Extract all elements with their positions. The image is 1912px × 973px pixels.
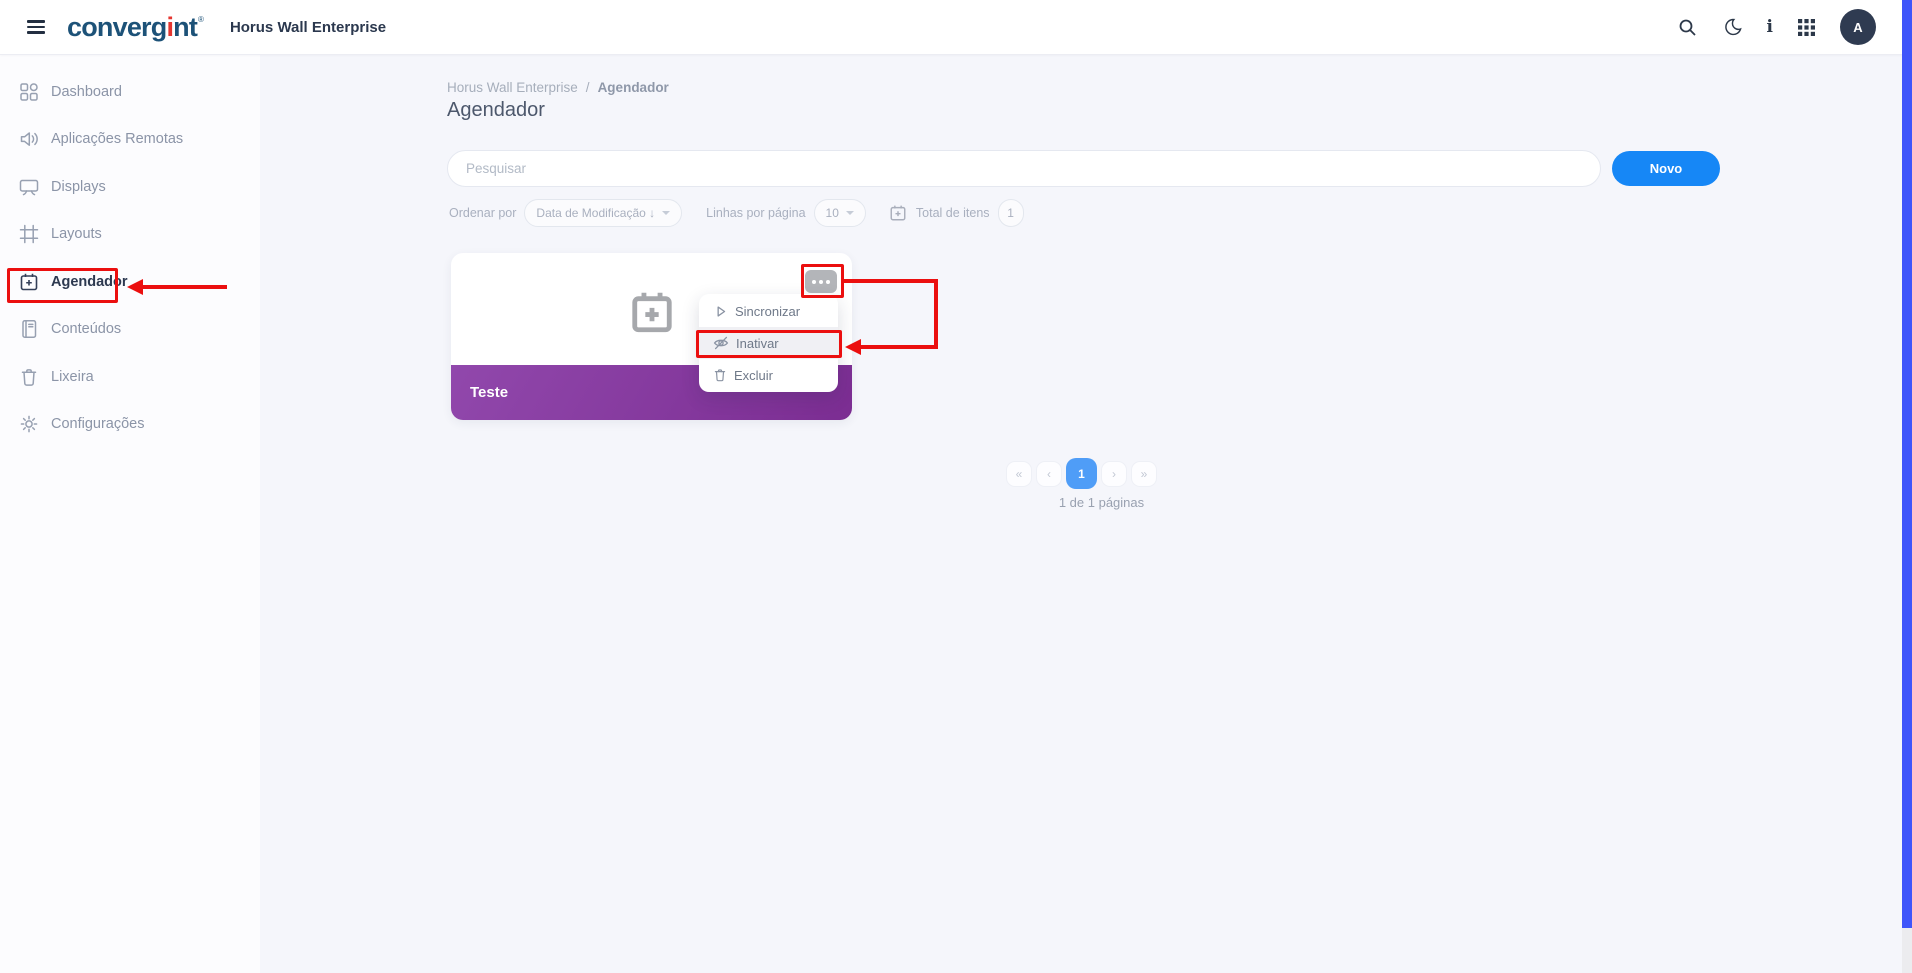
sidebar-item-displays[interactable]: Displays (0, 163, 260, 211)
chevron-down-icon (662, 211, 670, 215)
sidebar: Dashboard Aplicações Remotas Displays La… (0, 55, 260, 973)
sidebar-item-layouts[interactable]: Layouts (0, 211, 260, 259)
menu-item-sincronizar[interactable]: Sincronizar (699, 295, 838, 327)
trash-icon (19, 367, 39, 387)
contents-book-icon (19, 319, 39, 339)
apps-grid-icon[interactable] (1798, 19, 1815, 36)
sidebar-item-conteudos[interactable]: Conteúdos (0, 306, 260, 354)
sidebar-item-label: Displays (51, 179, 106, 195)
calendar-plus-icon (889, 204, 907, 222)
brand-accent-letter: i (166, 14, 173, 41)
annotation-path-horizontal-bottom (859, 345, 938, 349)
pagination-summary: 1 de 1 páginas (1039, 495, 1164, 510)
pagination-next-button[interactable]: › (1101, 461, 1127, 487)
total-items-badge: 1 (998, 199, 1024, 227)
dark-mode-moon-icon[interactable] (1722, 17, 1742, 37)
card-context-menu: Sincronizar Inativar Excluir (699, 294, 838, 392)
sidebar-item-aplicacoes-remotas[interactable]: Aplicações Remotas (0, 116, 260, 164)
sidebar-item-dashboard[interactable]: Dashboard (0, 68, 260, 116)
rows-per-page-dropdown[interactable]: 10 (814, 199, 866, 227)
sidebar-item-label: Dashboard (51, 84, 122, 100)
topbar: convergint® Horus Wall Enterprise i A (0, 0, 1912, 55)
info-icon[interactable]: i (1767, 19, 1773, 36)
search-input[interactable] (447, 150, 1601, 187)
sidebar-item-label: Agendador (51, 274, 128, 290)
card-options-ellipsis-button[interactable] (805, 270, 837, 293)
sidebar-item-configuracoes[interactable]: Configurações (0, 401, 260, 449)
sidebar-item-label: Conteúdos (51, 321, 121, 337)
search-icon[interactable] (1677, 17, 1697, 37)
chevron-down-icon (846, 211, 854, 215)
brand-logo: convergint® (67, 14, 204, 41)
scrollbar-thumb[interactable] (1902, 0, 1912, 928)
order-by-label: Ordenar por (449, 206, 516, 220)
rows-per-page-value: 10 (826, 206, 839, 220)
breadcrumb-root[interactable]: Horus Wall Enterprise (447, 80, 578, 95)
remote-apps-icon (19, 129, 39, 149)
trash-icon (713, 368, 727, 382)
layout-frame-icon (19, 224, 39, 244)
calendar-plus-icon (19, 272, 39, 292)
avatar[interactable]: A (1840, 9, 1876, 45)
menu-item-inativar[interactable]: Inativar (699, 327, 838, 359)
card-title: Teste (470, 384, 508, 401)
brand-text-2: nt (173, 14, 197, 41)
breadcrumb-separator: / (586, 80, 590, 95)
sidebar-item-lixeira[interactable]: Lixeira (0, 353, 260, 401)
calendar-plus-icon (629, 288, 675, 341)
dashboard-icon (19, 82, 39, 102)
order-by-value: Data de Modificação ↓ (536, 206, 655, 220)
app-title: Horus Wall Enterprise (230, 19, 386, 36)
pagination-page-1-button[interactable]: 1 (1066, 458, 1097, 489)
topbar-actions: i A (1677, 9, 1876, 45)
sidebar-item-label: Aplicações Remotas (51, 131, 183, 147)
sidebar-item-label: Layouts (51, 226, 102, 242)
order-by-dropdown[interactable]: Data de Modificação ↓ (524, 199, 682, 227)
new-button[interactable]: Novo (1612, 151, 1720, 186)
breadcrumb-current: Agendador (598, 80, 669, 95)
annotation-path-vertical (934, 279, 938, 349)
sidebar-item-label: Lixeira (51, 369, 94, 385)
pagination-last-button[interactable]: » (1131, 461, 1157, 487)
sidebar-item-agendador[interactable]: Agendador (0, 258, 260, 306)
pagination-prev-button[interactable]: ‹ (1036, 461, 1062, 487)
menu-item-label: Inativar (736, 336, 779, 351)
annotation-path-horizontal-top (844, 279, 938, 283)
scrollbar[interactable] (1902, 0, 1912, 973)
page-title: Agendador (447, 99, 545, 122)
pagination: « ‹ 1 › » (1006, 458, 1157, 489)
eye-off-icon (713, 335, 729, 351)
total-items-label: Total de itens (916, 206, 990, 220)
total-items-value: 1 (1007, 206, 1014, 220)
rows-per-page-label: Linhas por página (706, 206, 805, 220)
menu-item-excluir[interactable]: Excluir (699, 359, 838, 391)
menu-item-label: Excluir (734, 368, 773, 383)
menu-item-label: Sincronizar (735, 304, 800, 319)
hamburger-menu-icon[interactable] (27, 20, 45, 34)
registered-mark: ® (198, 16, 204, 24)
app-window: convergint® Horus Wall Enterprise i A Da… (0, 0, 1912, 973)
gear-icon (19, 414, 39, 434)
brand-text: converg (67, 14, 166, 41)
play-icon (713, 304, 728, 319)
sidebar-item-label: Configurações (51, 416, 145, 432)
breadcrumb: Horus Wall Enterprise / Agendador (447, 80, 669, 95)
filters-row: Ordenar por Data de Modificação ↓ Linhas… (449, 198, 1024, 228)
pagination-first-button[interactable]: « (1006, 461, 1032, 487)
display-icon (19, 177, 39, 197)
